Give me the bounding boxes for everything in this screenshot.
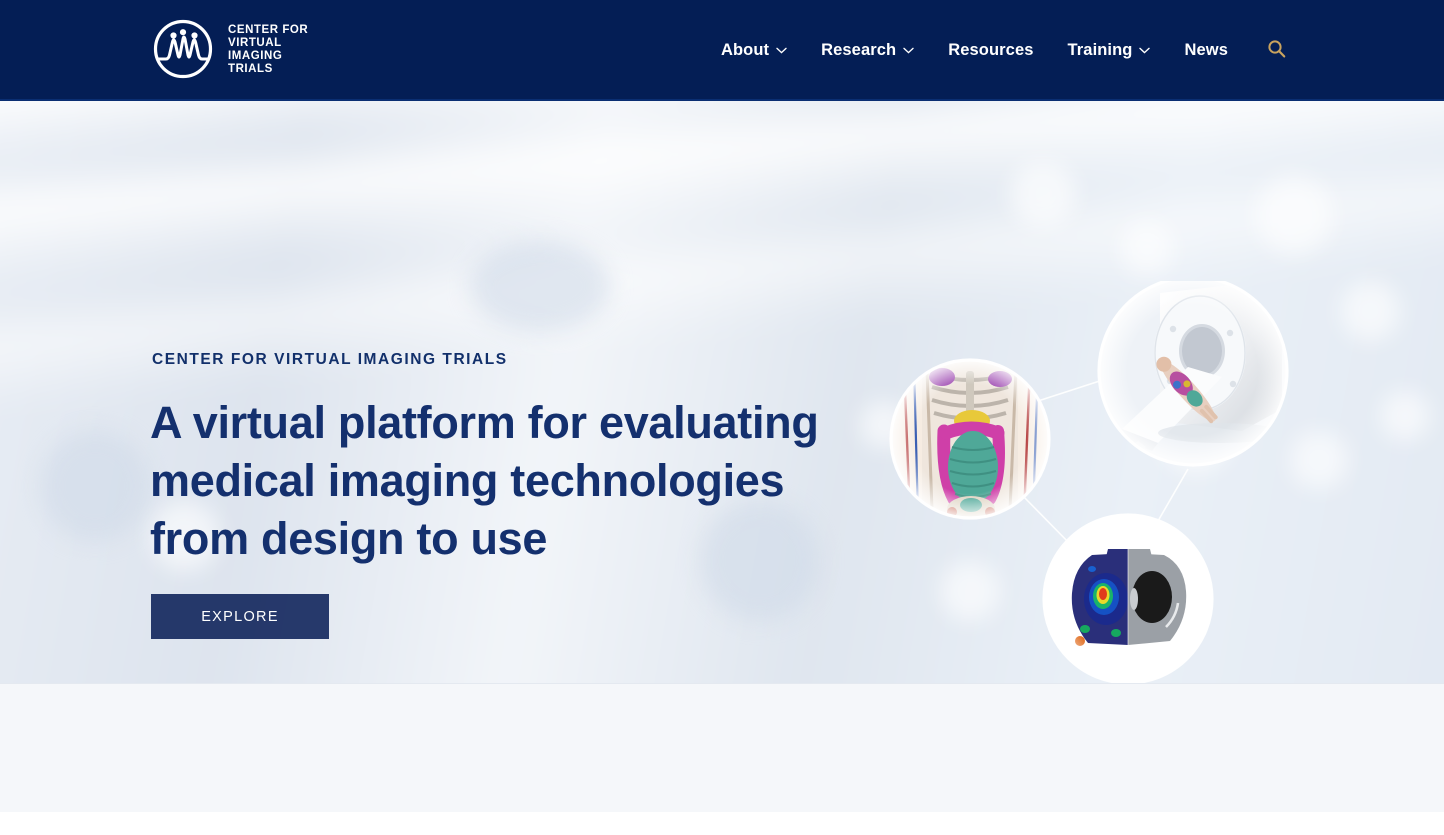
chevron-down-icon [776,47,787,54]
site-header: Center for Virtual Imaging Trials About … [0,0,1444,101]
nav-item-training[interactable]: Training [1051,41,1168,60]
search-button[interactable] [1245,39,1296,63]
chevron-down-icon [903,47,914,54]
nav-label-training: Training [1067,41,1133,59]
nav-item-news[interactable]: News [1167,41,1245,60]
ct-scanner-circle [1097,281,1289,467]
search-icon [1267,39,1286,63]
nav-label-research: Research [821,41,897,59]
site-logo-text: Center for Virtual Imaging Trials [228,23,309,76]
nih-support-band: NIH CVIT is a National Center for Biomed… [0,683,1444,812]
hero-graphic [870,281,1330,683]
page-root: Center for Virtual Imaging Trials About … [0,0,1444,835]
nav-item-resources[interactable]: Resources [931,41,1050,60]
pet-ct-scan-circle [1042,513,1214,683]
chevron-down-icon [1139,47,1151,54]
cvit-circle-logo [152,18,214,80]
nav-item-about[interactable]: About [704,41,804,60]
anatomical-phantom-circle [889,358,1051,520]
hero-headline: A virtual platform for evaluating medica… [150,397,819,564]
hero-eyebrow: CENTER FOR VIRTUAL IMAGING TRIALS [152,351,508,368]
main-navigation: About Research Resources Training News [704,0,1296,101]
nav-label-resources: Resources [948,41,1034,59]
hero-section: CENTER FOR VIRTUAL IMAGING TRIALS A virt… [0,101,1444,683]
site-logo-link[interactable]: Center for Virtual Imaging Trials [152,18,308,80]
explore-button[interactable]: EXPLORE [151,594,329,639]
nav-item-research[interactable]: Research [804,41,931,60]
nav-label-about: About [720,41,770,59]
nav-label-news: News [1184,41,1228,59]
